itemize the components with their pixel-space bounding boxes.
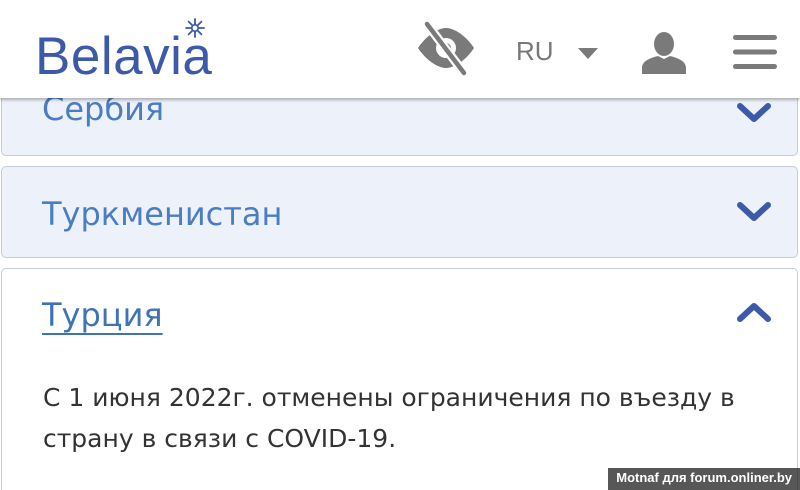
chevron-down-icon[interactable]: [734, 199, 774, 225]
language-selector[interactable]: RU: [516, 36, 602, 68]
accordion-item-turkmenistan[interactable]: Туркменистан: [1, 166, 798, 258]
accordion-item-turkey: Турция С 1 июня 2022г. отменены ограниче…: [1, 268, 798, 490]
accordion-item-title[interactable]: Турция: [42, 296, 163, 334]
chevron-down-icon[interactable]: [734, 100, 774, 126]
logo-snowflake-icon: [185, 18, 205, 38]
user-icon[interactable]: [641, 30, 687, 74]
accordion-item-title[interactable]: Туркменистан: [42, 195, 282, 233]
hamburger-menu-icon[interactable]: [733, 34, 777, 70]
eye-slash-icon[interactable]: [414, 18, 478, 78]
caret-down-icon: [578, 48, 598, 59]
belavia-logo[interactable]: Belavia: [35, 14, 245, 86]
accordion-item-body: С 1 июня 2022г. отменены ограничения по …: [43, 383, 735, 453]
chevron-up-icon[interactable]: [734, 299, 774, 325]
forum-watermark: Motnaf для forum.onliner.by: [608, 468, 800, 490]
language-code: RU: [516, 36, 554, 66]
site-header: Belavia RU: [0, 0, 800, 98]
